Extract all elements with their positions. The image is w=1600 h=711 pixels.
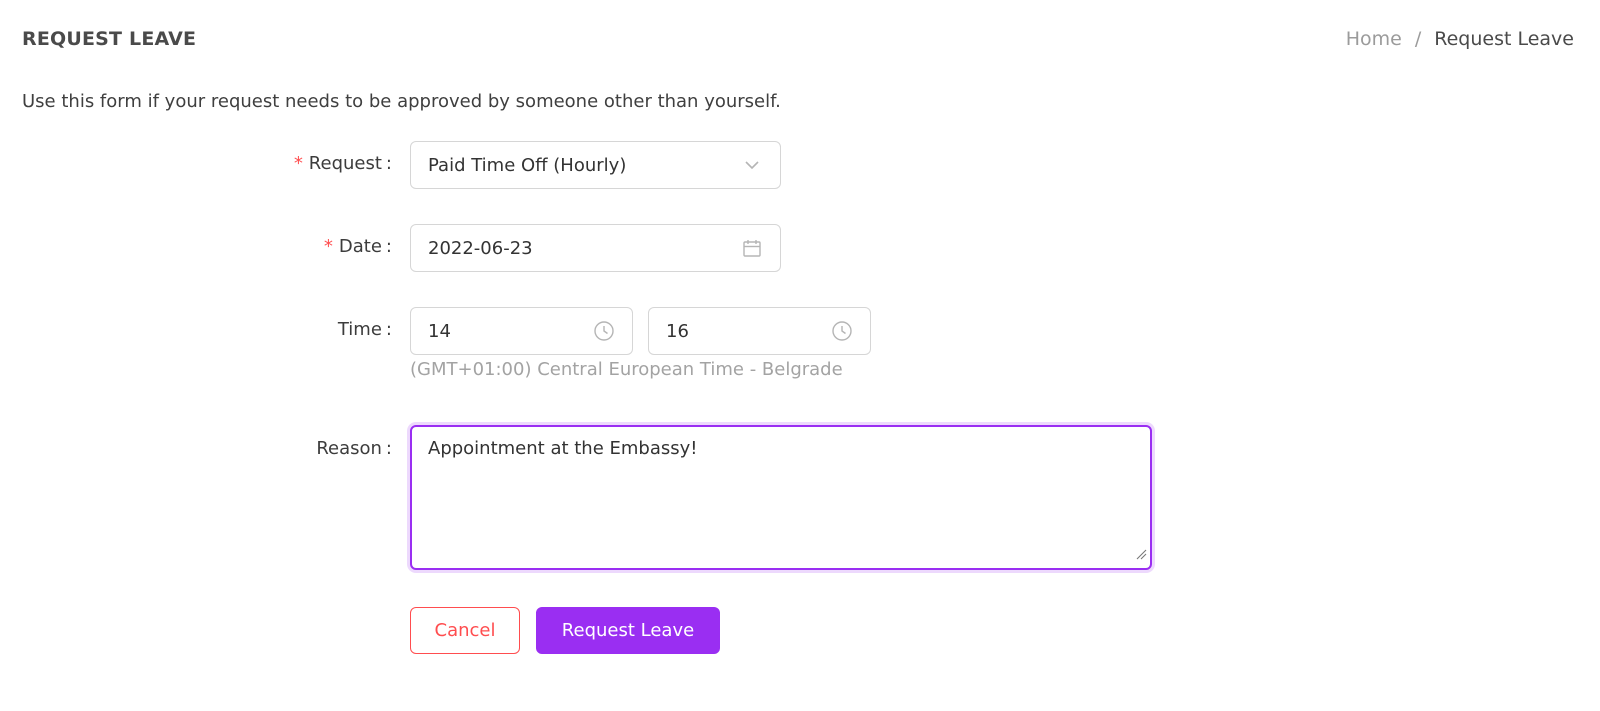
request-label: * Request: [293,153,392,174]
start-time-input[interactable]: 14 [410,307,633,355]
resize-handle-icon[interactable] [1135,544,1147,565]
breadcrumb-home-link[interactable]: Home [1346,28,1402,50]
date-picker-input[interactable]: 2022-06-23 [410,224,781,272]
request-leave-page: REQUEST LEAVE Home / Request Leave Use t… [0,0,1600,711]
reason-label-text: Reason [316,438,382,459]
time-label: Time: [338,319,392,340]
request-type-select[interactable]: Paid Time Off (Hourly) [410,141,781,189]
breadcrumb: Home / Request Leave [1346,28,1574,50]
required-mark: * [323,236,334,257]
required-mark: * [292,153,304,174]
label-colon: : [385,319,392,340]
cancel-button[interactable]: Cancel [410,607,520,654]
label-colon: : [385,236,392,257]
date-value: 2022-06-23 [428,237,533,259]
clock-icon[interactable] [831,320,853,342]
end-time-value: 16 [666,320,689,342]
date-label: * Date: [323,236,392,257]
page-title: REQUEST LEAVE [22,28,197,50]
end-time-input[interactable]: 16 [648,307,871,355]
request-leave-button[interactable]: Request Leave [536,607,720,654]
reason-value: Appointment at the Embassy! [428,438,698,459]
calendar-icon[interactable] [741,237,763,259]
chevron-down-icon [741,154,763,176]
label-colon: : [385,153,392,174]
breadcrumb-separator: / [1414,28,1422,50]
start-time-value: 14 [428,320,451,342]
label-colon: : [385,438,392,459]
reason-label: Reason: [316,438,392,459]
reason-textarea[interactable]: Appointment at the Embassy! [410,425,1152,570]
form-intro-text: Use this form if your request needs to b… [22,91,781,112]
clock-icon[interactable] [593,320,615,342]
request-label-text: Request [308,153,382,174]
breadcrumb-current: Request Leave [1434,28,1574,50]
time-label-text: Time [337,319,382,340]
date-label-text: Date [338,236,382,257]
timezone-hint: (GMT+01:00) Central European Time - Belg… [410,359,843,380]
request-type-value: Paid Time Off (Hourly) [428,154,627,176]
